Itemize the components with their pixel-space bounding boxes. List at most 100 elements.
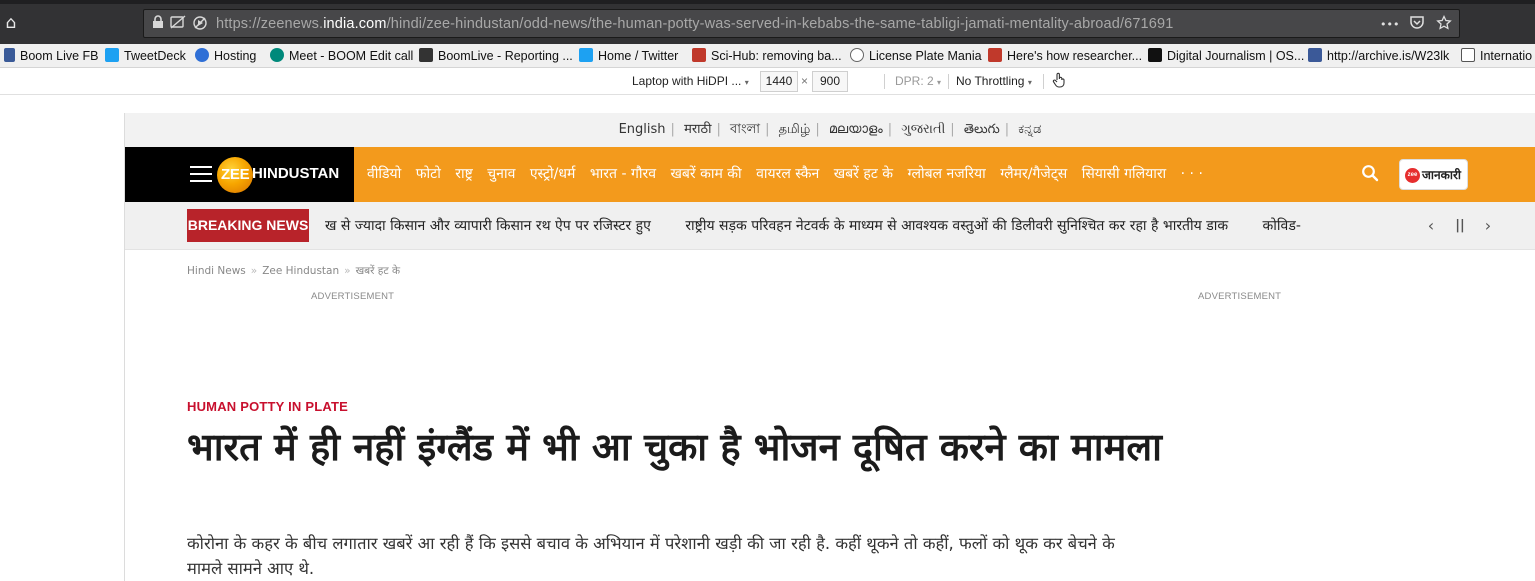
ticker-item[interactable]: ख से ज्यादा किसान और व्यापारी किसान रथ ऐ… bbox=[325, 218, 651, 234]
lang-malayalam[interactable]: മലയാളം bbox=[829, 122, 883, 137]
language-bar: English | मराठी | বাংলা | தமிழ் | മലയാളം | ગુ… bbox=[125, 113, 1535, 147]
brand-area: ZEE HINDUSTAN bbox=[125, 147, 354, 202]
breadcrumb-khabren-hat-ke[interactable]: खबरें हट के bbox=[356, 265, 401, 277]
device-selector[interactable]: Laptop with HiDPI ... ▾ bbox=[632, 72, 749, 91]
throttling-selector[interactable]: No Throttling ▾ bbox=[956, 72, 1032, 91]
advertisement-label-right: ADVERTISEMENT bbox=[1198, 291, 1282, 302]
nav-khabren-hat-ke[interactable]: खबरें हट के bbox=[834, 166, 893, 182]
jankari-button[interactable]: zee जानकारी bbox=[1399, 159, 1468, 190]
lang-separator: | bbox=[716, 122, 721, 137]
nav-astro[interactable]: एस्ट्रो/धर्म bbox=[530, 166, 576, 182]
ticker-prev-icon[interactable]: ‹ bbox=[1422, 216, 1440, 236]
folder-icon bbox=[1461, 48, 1475, 62]
search-icon[interactable] bbox=[1361, 164, 1381, 184]
bookmark-scihub[interactable]: Sci-Hub: removing ba... bbox=[692, 46, 842, 66]
meet-icon bbox=[270, 48, 284, 62]
article-headline: भारत में ही नहीं इंग्लैंड में भी आ चुका … bbox=[187, 425, 1162, 469]
breadcrumb-zee-hindustan[interactable]: Zee Hindustan bbox=[262, 265, 339, 277]
nav-chunav[interactable]: चुनाव bbox=[487, 166, 515, 182]
bookmark-meet[interactable]: Meet - BOOM Edit call bbox=[270, 46, 413, 66]
tweetdeck-icon bbox=[105, 48, 119, 62]
lang-gujarati[interactable]: ગુજરાતી bbox=[901, 122, 945, 137]
hosting-icon bbox=[195, 48, 209, 62]
ticker-next-icon[interactable]: › bbox=[1479, 216, 1497, 236]
nav-khabren-kaam-ki[interactable]: खबरें काम की bbox=[670, 166, 741, 182]
lang-separator: | bbox=[765, 122, 770, 137]
bookmark-folder-internatio[interactable]: Internatio bbox=[1461, 46, 1532, 66]
nav-glamour-gadgets[interactable]: ग्लैमर/गैजेट्स bbox=[1000, 166, 1067, 182]
bookmark-boomlive-reporting[interactable]: BoomLive - Reporting ... bbox=[419, 46, 573, 66]
toolbar-divider bbox=[884, 74, 885, 89]
lang-bangla[interactable]: বাংলা bbox=[730, 122, 760, 137]
toolbar-divider bbox=[1043, 74, 1044, 89]
nav-menu: वीडियो फोटो राष्ट्र चुनाव एस्ट्रो/धर्म भ… bbox=[367, 147, 1213, 202]
main-navbar: ZEE HINDUSTAN वीडियो फोटो राष्ट्र चुनाव … bbox=[125, 147, 1535, 202]
toolbar-divider bbox=[948, 74, 949, 89]
bookmark-hosting[interactable]: Hosting bbox=[195, 46, 256, 66]
globe-icon bbox=[850, 48, 864, 62]
bookmark-boom-live-fb[interactable]: Boom Live FB bbox=[4, 46, 99, 66]
url-domain: india.com bbox=[323, 16, 387, 32]
bookmark-home-twitter[interactable]: Home / Twitter bbox=[579, 46, 678, 66]
bookmark-license-plate[interactable]: License Plate Mania bbox=[850, 46, 982, 66]
breadcrumb-hindi-news[interactable]: Hindi News bbox=[187, 265, 246, 277]
url-text[interactable]: https://zeenews.india.com/hindi/zee-hind… bbox=[216, 16, 1173, 32]
zee-badge-icon: zee bbox=[1405, 168, 1420, 183]
lang-kannada[interactable]: ಕನ್ನಡ bbox=[1018, 122, 1041, 137]
page-actions-icon[interactable]: ••• bbox=[1380, 17, 1399, 33]
bookmark-tweetdeck[interactable]: TweetDeck bbox=[105, 46, 186, 66]
lang-separator: | bbox=[887, 122, 893, 137]
news-ticker: ख से ज्यादा किसान और व्यापारी किसान रथ ऐ… bbox=[325, 202, 1415, 250]
facebook-icon bbox=[1308, 48, 1322, 62]
tab-strip bbox=[0, 0, 1535, 4]
nl-icon bbox=[988, 48, 1002, 62]
web-page: English | मराठी | বাংলা | தமிழ் | മലയാളം | ગુ… bbox=[124, 113, 1535, 581]
address-bar[interactable]: https://zeenews.india.com/hindi/zee-hind… bbox=[143, 9, 1460, 38]
lang-separator: | bbox=[670, 122, 675, 137]
permissions-icon[interactable] bbox=[170, 15, 186, 31]
nav-bharat-gaurav[interactable]: भारत - गौरव bbox=[590, 166, 656, 182]
touch-simulation-icon[interactable] bbox=[1052, 72, 1066, 91]
bookmark-star-icon[interactable] bbox=[1436, 14, 1452, 35]
breaking-news-label: BREAKING NEWS bbox=[187, 209, 309, 242]
boom-favicon-icon bbox=[4, 48, 15, 62]
bookmark-archive[interactable]: http://archive.is/W23lk bbox=[1308, 46, 1449, 66]
twitter-icon bbox=[579, 48, 593, 62]
boomlive-icon bbox=[419, 48, 433, 62]
nav-rashtra[interactable]: राष्ट्र bbox=[455, 166, 473, 182]
article-kicker[interactable]: HUMAN POTTY IN PLATE bbox=[187, 399, 348, 414]
hamburger-menu-icon[interactable] bbox=[190, 166, 212, 182]
viewport-height-input[interactable]: 900 bbox=[812, 71, 848, 92]
browser-toolbar: ⌂ https://zeenews.india.com/hindi/zee-hi… bbox=[0, 0, 1535, 44]
ticker-item[interactable]: कोविड- bbox=[1263, 218, 1301, 234]
lang-marathi[interactable]: मराठी bbox=[684, 122, 711, 137]
nav-viral-scan[interactable]: वायरल स्कैन bbox=[756, 166, 819, 182]
nav-siyasi-galiyara[interactable]: सियासी गलियारा bbox=[1082, 166, 1166, 182]
ticker-item[interactable]: राष्ट्रीय सड़क परिवहन नेटवर्क के माध्यम … bbox=[685, 218, 1228, 234]
bookmarks-toolbar: Boom Live FB TweetDeck Hosting Meet - BO… bbox=[0, 44, 1535, 68]
lang-english[interactable]: English bbox=[619, 122, 666, 137]
breadcrumb: Hindi News » Zee Hindustan » खबरें हट के bbox=[187, 264, 400, 278]
jankari-label: जानकारी bbox=[1422, 168, 1462, 182]
nav-video[interactable]: वीडियो bbox=[367, 166, 401, 182]
home-icon[interactable]: ⌂ bbox=[0, 12, 22, 34]
viewport-width-input[interactable]: 1440 bbox=[760, 71, 798, 92]
bookmark-researcher[interactable]: Here's how researcher... bbox=[988, 46, 1142, 66]
lock-icon[interactable] bbox=[150, 15, 166, 31]
article-summary: कोरोना के कहर के बीच लगातार खबरें आ रही … bbox=[187, 534, 1115, 578]
responsive-design-toolbar: Laptop with HiDPI ... ▾ 1440 × 900 DPR: … bbox=[0, 68, 1535, 95]
lang-tamil[interactable]: தமிழ் bbox=[779, 122, 811, 137]
ticker-pause-icon[interactable]: || bbox=[1451, 216, 1469, 236]
breadcrumb-separator: » bbox=[344, 265, 351, 277]
dimension-separator: × bbox=[801, 74, 809, 88]
lang-telugu[interactable]: తెలుగు bbox=[964, 122, 1000, 137]
breadcrumb-separator: » bbox=[250, 265, 258, 277]
pocket-icon[interactable] bbox=[1409, 15, 1425, 34]
dpr-selector[interactable]: DPR: 2 ▾ bbox=[895, 72, 941, 91]
autoplay-blocked-icon[interactable] bbox=[192, 15, 208, 31]
viewport: English | मराठी | বাংলা | தமிழ் | മലയാളം | ગુ… bbox=[0, 95, 1535, 581]
nav-global-nazariya[interactable]: ग्लोबल नजरिया bbox=[908, 166, 986, 182]
bookmark-digital-journalism[interactable]: Digital Journalism | OS... bbox=[1148, 46, 1304, 66]
nav-photo[interactable]: फोटो bbox=[416, 166, 441, 182]
nav-more[interactable]: · · · bbox=[1181, 166, 1203, 182]
